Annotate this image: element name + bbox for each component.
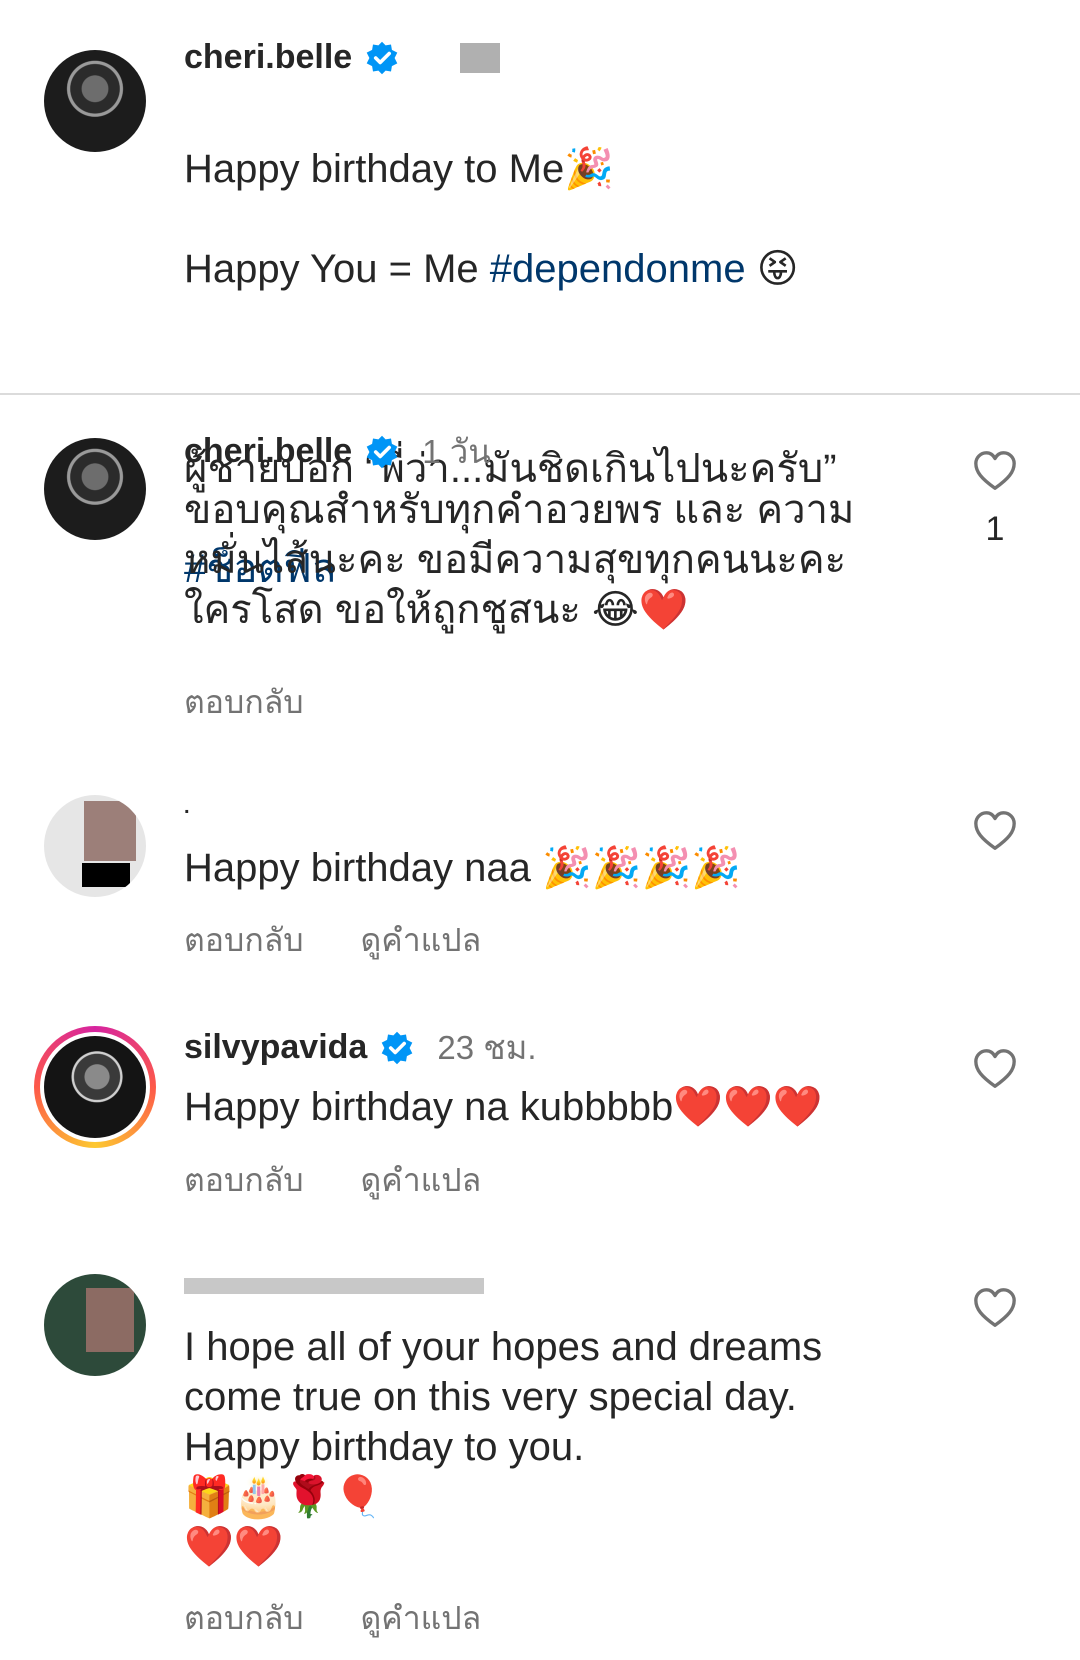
verified-badge-icon (366, 435, 398, 468)
see-translation-button[interactable]: ดูคำแปล (361, 1600, 482, 1636)
redacted-header (184, 1278, 484, 1294)
avatar (44, 1036, 146, 1138)
comment-text: I hope all of your hopes and dreams come… (184, 1325, 823, 1569)
avatar-photo (44, 438, 146, 540)
divider (0, 393, 1080, 395)
comment-text: ขอบคุณสำหรับทุกคำอวยพร และ ความ หมั่นไส้… (184, 488, 855, 632)
comment-actions: ตอบกลับ (184, 677, 352, 728)
reply-button[interactable]: ตอบกลับ (184, 684, 304, 720)
like-count: 1 (985, 510, 1005, 548)
avatar-photo (44, 1036, 146, 1138)
heart-outline-icon[interactable] (972, 1285, 1018, 1331)
comment-header: silvypavida 23 ชม. (184, 1021, 537, 1074)
avatar-photo (44, 50, 146, 152)
caption-line-2: Happy You = Me #dependonme 😝 (184, 246, 799, 292)
heart-outline-icon[interactable] (972, 448, 1018, 494)
verified-badge-icon (366, 41, 398, 74)
emoji: 😝 (756, 246, 799, 292)
heart-outline-icon[interactable] (972, 808, 1018, 854)
comment-actions: ตอบกลับ ดูคำแปล (184, 915, 529, 966)
comment-actions: ตอบกลับ ดูคำแปล (184, 1155, 529, 1206)
see-translation-button[interactable]: ดูคำแปล (361, 922, 482, 958)
comment-actions: ตอบกลับ ดูคำแปล (184, 1593, 529, 1644)
hashtag-link[interactable]: #dependonme (490, 247, 746, 291)
censor-bar (82, 863, 130, 887)
censor-block (86, 1288, 134, 1352)
comment-text: Happy birthday na kubbbbb❤️❤️❤️ (184, 1085, 823, 1129)
username[interactable]: cheri.belle (184, 38, 352, 77)
comment-header: cheri.belle 1 วัน (184, 425, 491, 478)
reply-button[interactable]: ตอบกลับ (184, 922, 304, 958)
redacted-meta (460, 42, 501, 73)
story-ring[interactable] (34, 1026, 156, 1148)
username[interactable]: . (184, 796, 190, 819)
username[interactable]: silvypavida (184, 1028, 367, 1067)
reply-button[interactable]: ตอบกลับ (184, 1600, 304, 1636)
avatar[interactable] (44, 1274, 146, 1376)
comment-text: Happy birthday naa 🎉🎉🎉🎉 (184, 846, 742, 890)
username[interactable]: cheri.belle (184, 432, 352, 471)
comments-page: cheri.belle Happy birthday to Me🎉 Happy … (0, 0, 1080, 1660)
caption-line-1: Happy birthday to Me🎉 (184, 147, 614, 191)
timestamp: 23 ชม. (437, 1029, 537, 1066)
avatar[interactable] (44, 795, 146, 897)
reply-button[interactable]: ตอบกลับ (184, 1162, 304, 1198)
heart-outline-icon[interactable] (972, 1046, 1018, 1092)
comment-header: . (184, 796, 190, 819)
see-translation-button[interactable]: ดูคำแปล (361, 1162, 482, 1198)
censor-block (84, 801, 136, 861)
caption-header: cheri.belle (184, 38, 501, 77)
verified-badge-icon (382, 1031, 413, 1064)
avatar[interactable] (44, 438, 146, 540)
avatar[interactable] (44, 50, 146, 152)
timestamp: 1 วัน (422, 433, 491, 470)
